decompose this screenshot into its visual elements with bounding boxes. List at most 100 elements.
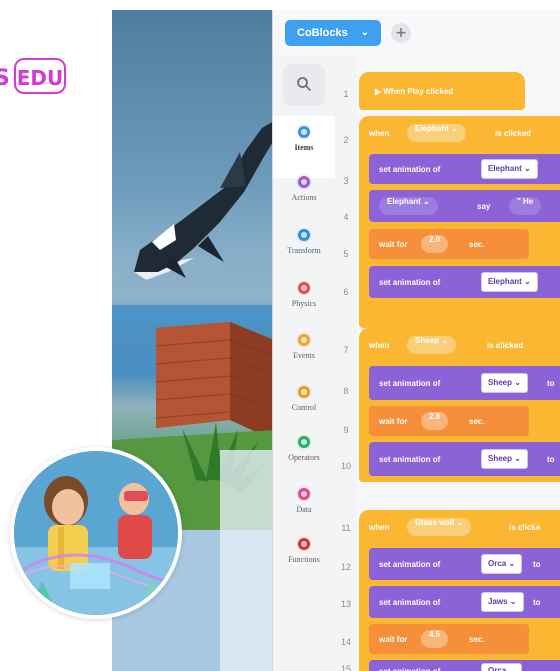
category-label: Data [296,505,312,514]
block-category-sidebar: Items Actions Transform Physics Events C… [273,56,336,671]
editor-toolbar: CoBlocks ⌄ + [273,10,560,57]
block-text: when [369,129,390,138]
coblocks-tab[interactable]: CoBlocks ⌄ [285,20,381,46]
when-play-clicked-block[interactable]: ▶ When Play clicked [359,72,525,110]
block-text: is clicke [509,523,541,532]
category-physics[interactable]: Physics [273,282,335,334]
block-text: sec. [469,417,485,426]
functions-icon [298,538,310,550]
items-icon [298,126,310,138]
block-text: set animation of [379,165,441,174]
wait-block[interactable]: wait for 2.0 sec. [369,229,529,259]
wait-seconds-input[interactable]: 2.8 [421,412,449,430]
elephant-dropdown[interactable]: Elephant ⌄ [379,197,438,215]
edu-badge: EDU [14,58,66,94]
kids-coding-illustration [14,451,178,615]
wait-block[interactable]: wait for 4.5 sec. [369,624,529,654]
category-data[interactable]: Data [273,488,335,540]
category-items[interactable]: Items [273,116,335,178]
line-number: 10 [340,461,351,471]
line-number: 8 [343,386,349,396]
line-number: 6 [343,287,349,297]
block-text: to [547,379,555,388]
set-animation-block[interactable]: set animation of Orca ⌄ to [369,548,560,580]
glass-wall-dropdown[interactable]: Glass wall ⌄ [407,518,472,536]
say-block[interactable]: Elephant ⌄ say " He [369,190,560,222]
category-operators[interactable]: Operators [273,436,335,488]
set-animation-block[interactable]: set animation of Sheep ⌄ to [369,366,560,400]
block-text: set animation of [379,598,441,607]
wait-seconds-input[interactable]: 2.0 [421,235,449,253]
category-events[interactable]: Events [273,334,335,386]
code-workspace[interactable]: ▶ When Play clicked when Elephant ⌄ is c… [357,56,560,671]
category-label: Functions [288,555,320,564]
wait-seconds-input[interactable]: 4.5 [421,630,449,648]
line-number: 7 [343,345,349,355]
block-text: when [369,341,390,350]
set-animation-block[interactable]: set animation of Elephant ⌄ [369,266,560,298]
block-text: when [369,523,390,532]
search-button[interactable] [283,64,325,106]
set-animation-block[interactable]: set animation of Jaws ⌄ to [369,586,560,618]
block-text: set animation of [379,455,441,464]
block-text: wait for [379,635,408,644]
category-control[interactable]: Control [273,386,335,438]
line-number-gutter: 1 2 3 4 5 6 7 8 9 10 11 12 13 14 15 [335,56,357,671]
category-label: Control [291,403,317,412]
set-animation-block[interactable]: set animation of Sheep ⌄ to [369,442,560,476]
category-label: Physics [291,299,317,308]
line-number: 1 [343,89,349,99]
line-number: 15 [340,664,351,671]
sheep-dropdown[interactable]: Sheep ⌄ [407,336,456,354]
set-animation-block[interactable]: set animation of Elephant ⌄ [369,154,560,184]
block-text: wait for [379,417,408,426]
block-text: ▶ When Play clicked [375,87,454,96]
line-number: 13 [340,599,351,609]
line-number: 11 [341,523,351,533]
operators-icon [298,436,310,448]
block-text: wait for [379,240,408,249]
category-actions[interactable]: Actions [273,176,335,228]
control-icon [298,386,310,398]
coblocks-editor: CoBlocks ⌄ + Items Actions Transform Phy… [272,10,560,671]
category-transform[interactable]: Transform [273,229,335,281]
events-icon [298,334,310,346]
block-text: set animation of [379,560,441,569]
block-text: set animation of [379,667,440,671]
category-functions[interactable]: Functions [273,538,335,590]
chevron-down-icon: ⌄ [360,27,369,38]
line-number: 14 [340,637,351,647]
line-number: 4 [343,212,349,222]
category-label: Transform [287,246,321,255]
block-text: to [547,455,555,464]
block-text: sec. [469,635,485,644]
category-label: Actions [291,193,317,202]
wait-block[interactable]: wait for 2.8 sec. [369,406,529,436]
sheep-dropdown[interactable]: Sheep ⌄ [481,449,528,469]
category-label: Items [294,143,314,152]
elephant-dropdown[interactable]: Elephant ⌄ [481,159,538,179]
category-label: Operators [288,453,320,462]
actions-icon [298,176,310,188]
line-number: 12 [340,562,351,572]
elephant-dropdown[interactable]: Elephant ⌄ [481,272,538,292]
transform-icon [298,229,310,241]
category-label: Events [293,351,315,360]
set-animation-block[interactable]: set animation of Orca ⌄ [369,660,560,671]
line-number: 5 [343,249,349,259]
search-icon [297,77,311,91]
say-text-input[interactable]: " He [509,197,542,215]
block-text: is clicked [495,129,532,138]
physics-icon [298,282,310,294]
data-icon [298,488,310,500]
brand-letter: S [0,66,10,91]
add-tab-button[interactable]: + [391,23,411,43]
orca-dropdown[interactable]: Orca ⌄ [481,554,523,574]
elephant-dropdown[interactable]: Elephant ⌄ [407,124,466,142]
orca-dropdown[interactable]: Orca ⌄ [481,663,523,671]
jaws-dropdown[interactable]: Jaws ⌄ [481,592,524,612]
tab-label: CoBlocks [297,27,348,39]
sheep-dropdown[interactable]: Sheep ⌄ [481,373,528,393]
block-text: set animation of [379,379,441,388]
block-text: set animation of [379,278,441,287]
